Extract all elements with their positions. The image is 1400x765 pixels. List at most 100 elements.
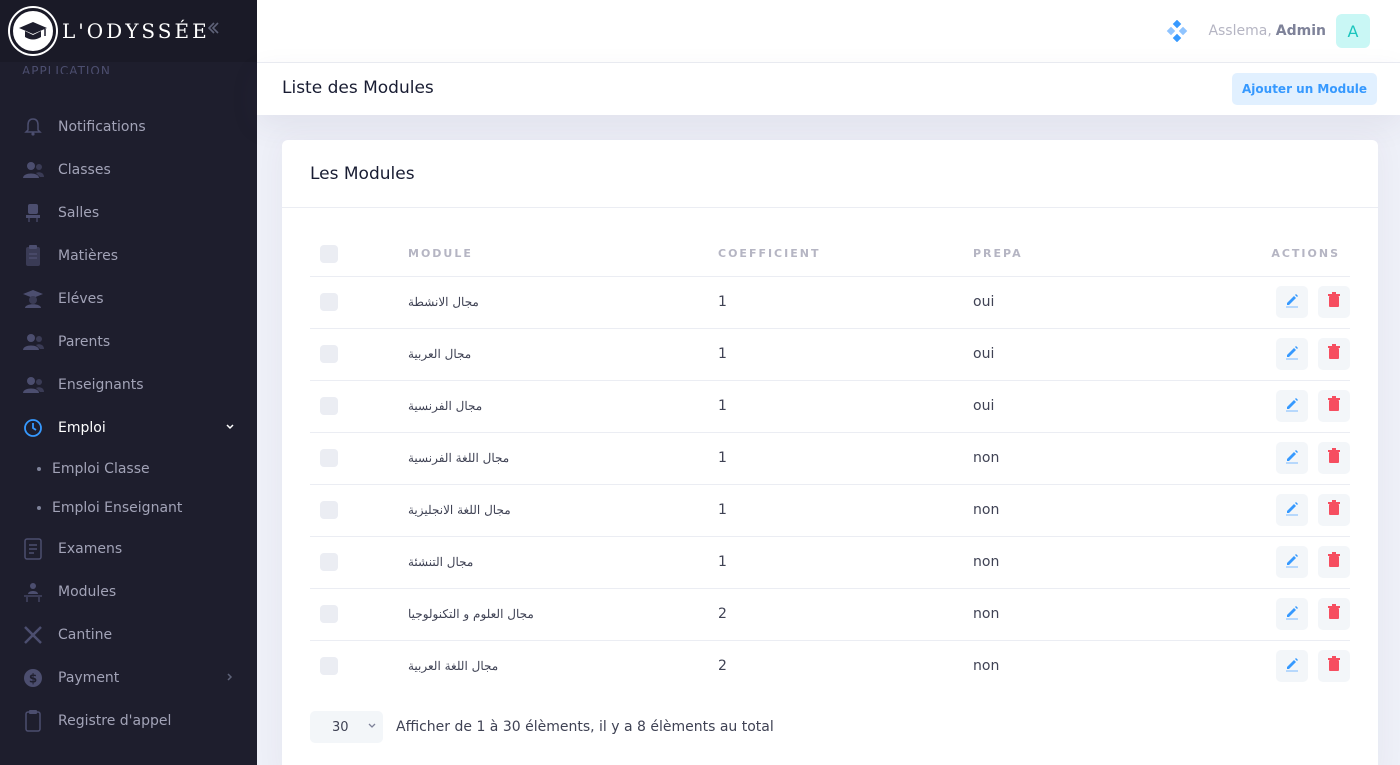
pencil-icon (1284, 396, 1300, 416)
row-checkbox[interactable] (320, 397, 338, 415)
edit-button[interactable] (1276, 494, 1308, 526)
edit-button[interactable] (1276, 598, 1308, 630)
sidebar-item-examens[interactable]: Examens (0, 527, 257, 570)
top-header: Asslema, Admin A (257, 0, 1400, 63)
module-name: مجال الانشطة (408, 295, 479, 309)
delete-button[interactable] (1318, 494, 1350, 526)
delete-button[interactable] (1318, 650, 1350, 683)
table-row: مجال التنشئة 1 non (310, 536, 1350, 589)
pagination-footer: 30 Afficher de 1 à 30 élèments, il y a 8… (310, 711, 774, 743)
sidebar-subitem-emploi-classe[interactable]: Emploi Classe (0, 449, 257, 488)
edit-button[interactable] (1276, 338, 1308, 370)
edit-button[interactable] (1276, 442, 1308, 474)
edit-button[interactable] (1276, 546, 1308, 578)
sidebar-item-cantine[interactable]: Cantine (0, 613, 257, 656)
column-header-module[interactable]: MODULE (408, 232, 718, 277)
sidebar-item-label: Classes (58, 161, 111, 178)
table-row: مجال العربية 1 oui (310, 328, 1350, 381)
sidebar-item-registre[interactable]: Registre d'appel (0, 699, 257, 742)
coefficient-cell: 1 (718, 380, 973, 433)
sidebar-item-matieres[interactable]: Matières (0, 234, 257, 277)
pencil-icon (1284, 344, 1300, 364)
bell-icon (22, 116, 44, 138)
delete-button[interactable] (1318, 390, 1350, 422)
coefficient-cell: 2 (718, 658, 727, 675)
edit-button[interactable] (1276, 286, 1308, 318)
edit-button[interactable] (1276, 390, 1308, 422)
actions-cell (1223, 484, 1350, 537)
sidebar-item-label: Salles (58, 204, 100, 221)
trash-icon (1327, 292, 1341, 312)
sidebar-item-salles[interactable]: Salles (0, 191, 257, 234)
row-checkbox[interactable] (320, 345, 338, 363)
table-row: مجال الانشطة 1 oui (310, 276, 1350, 329)
graduation-cap-logo-icon[interactable] (10, 8, 56, 54)
users-icon (22, 159, 44, 181)
student-icon (22, 288, 44, 310)
parents-icon (22, 331, 44, 353)
coefficient-cell: 1 (718, 536, 973, 589)
sidebar-item-eleves[interactable]: Eléves (0, 277, 257, 320)
book-icon (22, 244, 44, 267)
trash-icon (1327, 552, 1341, 572)
chevron-right-icon[interactable] (225, 671, 235, 685)
sidebar-item-parents[interactable]: Parents (0, 320, 257, 363)
brand-name[interactable]: L'ODYSSÉE (62, 19, 210, 43)
page-size-select[interactable]: 30 (310, 711, 383, 743)
prepa-cell: non (973, 658, 1000, 675)
svg-text:$: $ (29, 671, 37, 685)
dollar-icon: $ (22, 667, 44, 689)
delete-button[interactable] (1318, 286, 1350, 318)
prepa-cell: oui (973, 276, 1223, 329)
table-row: مجال اللغة الفرنسية 1 non (310, 432, 1350, 485)
module-name: مجال اللغة العربية (408, 659, 499, 674)
select-all-checkbox[interactable] (320, 244, 338, 263)
add-module-button[interactable]: Ajouter un Module (1232, 73, 1377, 105)
row-checkbox[interactable] (320, 657, 338, 676)
sidebar-subitem-label: Emploi Enseignant (52, 499, 183, 516)
bullet-dot-icon (37, 466, 41, 471)
module-name: مجال اللغة الانجليزية (408, 503, 511, 517)
sidebar-item-label: Registre d'appel (58, 712, 172, 729)
sidebar-item-notifications[interactable]: Notifications (0, 105, 257, 148)
row-checkbox[interactable] (320, 605, 338, 623)
table-row: مجال العلوم و التكنولوجيا 2 non (310, 588, 1350, 641)
sidebar-item-classes[interactable]: Classes (0, 148, 257, 191)
delete-button[interactable] (1318, 546, 1350, 578)
delete-button[interactable] (1318, 598, 1350, 630)
sidebar-item-label: Cantine (58, 626, 113, 643)
user-name[interactable]: Admin (1276, 23, 1326, 39)
double-chevron-left-icon[interactable] (205, 20, 221, 41)
row-checkbox-cell (310, 588, 408, 641)
coefficient-cell: 1 (718, 484, 973, 537)
pencil-icon (1284, 656, 1300, 676)
chevron-down-icon[interactable] (225, 421, 235, 435)
coefficient-cell: 2 (718, 588, 973, 641)
sidebar-item-modules[interactable]: Modules (0, 570, 257, 613)
module-cell: مجال الانشطة (408, 276, 718, 329)
card-title: Les Modules (310, 163, 415, 184)
module-cell: مجال الفرنسية (408, 380, 718, 433)
diamond-grid-icon[interactable] (1166, 19, 1188, 43)
actions-cell (1223, 588, 1350, 641)
row-checkbox[interactable] (320, 293, 338, 311)
sidebar-item-emploi[interactable]: Emploi (0, 406, 257, 449)
row-checkbox[interactable] (320, 449, 338, 467)
brand: L'ODYSSÉE (0, 0, 257, 62)
column-header-coefficient[interactable]: COEFFICIENT (718, 232, 973, 277)
row-checkbox[interactable] (320, 553, 338, 571)
sidebar-subitem-emploi-enseignant[interactable]: Emploi Enseignant (0, 488, 257, 527)
delete-button[interactable] (1318, 442, 1350, 474)
sidebar-item-enseignants[interactable]: Enseignants (0, 363, 257, 406)
column-header-prepa[interactable]: PREPA (973, 232, 1223, 277)
delete-button[interactable] (1318, 338, 1350, 370)
sidebar-item-label: Payment (58, 669, 120, 686)
sidebar-item-payment[interactable]: $ Payment (0, 656, 257, 699)
edit-button[interactable] (1276, 650, 1308, 683)
header-checkbox-cell (310, 232, 408, 277)
pencil-icon (1284, 448, 1300, 468)
modules-table: MODULE COEFFICIENT PREPA ACTIONS مجال ال… (310, 232, 1350, 692)
row-checkbox-cell (310, 640, 408, 692)
avatar[interactable]: A (1336, 14, 1370, 48)
row-checkbox[interactable] (320, 501, 338, 519)
